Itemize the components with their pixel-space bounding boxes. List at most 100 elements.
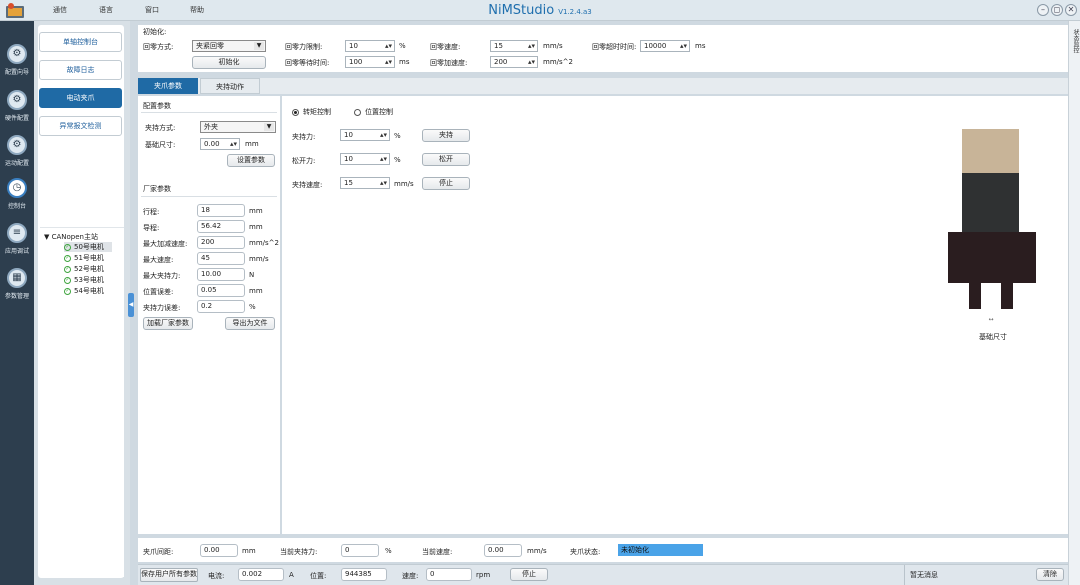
max-speed-input[interactable]: 45 (197, 252, 245, 265)
gripper-state-label: 夹爪状态: (570, 548, 601, 556)
spin-arrows-icon[interactable]: ▴▾ (680, 41, 687, 51)
leftbar-motion[interactable]: ⚙ 运动配置 (0, 133, 34, 179)
home-speed-spinbox[interactable]: 15 ▴▾ (490, 40, 538, 52)
speed-unit: rpm (476, 571, 491, 579)
base-size-spinbox[interactable]: 0.00 ▴▾ (200, 138, 240, 150)
current-force-label: 当前夹持力: (280, 548, 318, 556)
torque-control-radio[interactable]: 转矩控制 (292, 107, 331, 117)
spin-arrows-icon[interactable]: ▴▾ (528, 57, 535, 67)
check-icon: ✓ (64, 243, 71, 251)
spin-arrows-icon[interactable]: ▴▾ (230, 139, 237, 149)
tab-gripper-params[interactable]: 夹爪参数 (138, 78, 198, 94)
spin-arrows-icon[interactable]: ▴▾ (380, 154, 387, 164)
tree-item-54[interactable]: ✓ 54号电机 (64, 286, 104, 296)
release-force-spinbox[interactable]: 10 ▴▾ (340, 153, 390, 165)
minimize-button[interactable]: – (1037, 4, 1049, 16)
check-icon: ✓ (64, 265, 71, 273)
leftbar-params[interactable]: ▦ 参数管理 (0, 266, 34, 312)
restore-button[interactable]: ◻ (1051, 4, 1063, 16)
spin-arrows-icon[interactable]: ▴▾ (380, 130, 387, 140)
max-force-input[interactable]: 10.00 (197, 268, 245, 281)
home-mode-label: 回零方式: (143, 43, 174, 51)
current-speed-value: 0.00 (484, 544, 522, 557)
load-vendor-params-button[interactable]: 加载厂家参数 (143, 317, 193, 330)
set-params-button[interactable]: 设置参数 (227, 154, 275, 167)
tab-clamp-action[interactable]: 夹持动作 (200, 78, 260, 94)
message-text: 暂无消息 (910, 571, 938, 579)
spin-arrows-icon[interactable]: ▴▾ (385, 57, 392, 67)
leftbar-hardware[interactable]: ⚙ 硬件配置 (0, 88, 34, 134)
home-timeout-unit: ms (695, 42, 706, 50)
leftbar-wizard[interactable]: ⚙ 配置向导 (0, 42, 34, 88)
base-size-arrow-icon: ↔ (988, 316, 994, 323)
menu-help[interactable]: 帮助 (190, 5, 204, 15)
spin-arrows-icon[interactable]: ▴▾ (380, 178, 387, 188)
app-title: NiMStudio V1.2.4.a3 (488, 3, 592, 18)
divider (141, 196, 277, 197)
debug-icon: ≡ (7, 223, 27, 243)
close-button[interactable]: ✕ (1065, 4, 1077, 16)
force-error-input[interactable]: 0.2 (197, 300, 245, 313)
status-monitor-label: 状态监控 (1072, 29, 1079, 53)
divider (141, 112, 277, 113)
clear-button[interactable]: 清除 (1036, 568, 1064, 581)
menu-window[interactable]: 窗口 (145, 5, 159, 15)
nav-electric-gripper[interactable]: 电动夹爪 (39, 88, 122, 108)
status-monitor-strip[interactable]: 状态监控 (1068, 21, 1080, 585)
radio-checked-icon[interactable] (292, 108, 299, 116)
max-accel-input[interactable]: 200 (197, 236, 245, 249)
gripper-status-row: 夹爪间距: 0.00 mm 当前夹持力: 0 % 当前速度: 0.00 mm/s… (138, 538, 1068, 562)
spacing-value: 0.00 (200, 544, 238, 557)
position-control-radio[interactable]: 位置控制 (354, 107, 393, 117)
expand-arrow-icon[interactable]: ▼ (44, 233, 52, 241)
release-button[interactable]: 松开 (422, 153, 470, 166)
check-icon: ✓ (64, 276, 71, 284)
stop-clamp-button[interactable]: 停止 (422, 177, 470, 190)
tree-item-52[interactable]: ✓ 52号电机 (64, 264, 104, 274)
position-error-input[interactable]: 0.05 (197, 284, 245, 297)
clamp-force-spinbox[interactable]: 10 ▴▾ (340, 129, 390, 141)
clamp-speed-spinbox[interactable]: 15 ▴▾ (340, 177, 390, 189)
save-all-params-button[interactable]: 保存用户所有参数 (140, 568, 198, 582)
clamp-mode-select[interactable]: 外夹 ▼ (200, 121, 276, 133)
gripper-top-block (962, 129, 1019, 173)
app-logo-icon (4, 2, 28, 20)
wizard-icon: ⚙ (7, 44, 27, 64)
tree-root[interactable]: ▼ CANopen主站 (44, 232, 98, 242)
stroke-input[interactable]: 18 (197, 204, 245, 217)
home-accel-spinbox[interactable]: 200 ▴▾ (490, 56, 538, 68)
tree-item-53[interactable]: ✓ 53号电机 (64, 275, 104, 285)
lead-input[interactable]: 56.42 (197, 220, 245, 233)
clamp-force-label: 夹持力: (292, 133, 316, 141)
vendor-label: 最大加减速度: (143, 240, 188, 248)
dropdown-arrow-icon: ▼ (254, 42, 264, 50)
home-force-spinbox[interactable]: 10 ▴▾ (345, 40, 395, 52)
nav-abnormal-frame[interactable]: 异常报文检测 (39, 116, 122, 136)
leftbar-console[interactable]: ◷ 控制台 (0, 176, 34, 222)
current-force-value: 0 (341, 544, 379, 557)
spin-arrows-icon[interactable]: ▴▾ (528, 41, 535, 51)
tree-item-50[interactable]: ✓ 50号电机 (64, 242, 112, 252)
vendor-label: 最大速度: (143, 256, 174, 264)
home-mode-select[interactable]: 夹紧回零 ▼ (192, 40, 266, 52)
menu-communication[interactable]: 通信 (53, 5, 67, 15)
tree-item-51[interactable]: ✓ 51号电机 (64, 253, 104, 263)
stop-button[interactable]: 停止 (510, 568, 548, 581)
export-file-button[interactable]: 导出为文件 (225, 317, 275, 330)
home-wait-spinbox[interactable]: 100 ▴▾ (345, 56, 395, 68)
spin-arrows-icon[interactable]: ▴▾ (385, 41, 392, 51)
menu-language[interactable]: 语言 (99, 5, 113, 15)
radio-unchecked-icon[interactable] (354, 108, 361, 116)
release-force-unit: % (394, 156, 401, 164)
spacing-unit: mm (242, 547, 256, 555)
leftbar-debug[interactable]: ≡ 应用调试 (0, 221, 34, 267)
home-speed-unit: mm/s (543, 42, 563, 50)
collapse-panel-icon[interactable]: ◀ (128, 293, 134, 317)
nav-fault-log[interactable]: 故障日志 (39, 60, 122, 80)
home-timeout-spinbox[interactable]: 10000 ▴▾ (640, 40, 690, 52)
base-size-caption: 基础尺寸 (979, 333, 1007, 341)
clamp-button[interactable]: 夹持 (422, 129, 470, 142)
vendor-unit: mm (249, 287, 263, 295)
nav-single-axis[interactable]: 单轴控制台 (39, 32, 122, 52)
init-button[interactable]: 初始化 (192, 56, 266, 69)
